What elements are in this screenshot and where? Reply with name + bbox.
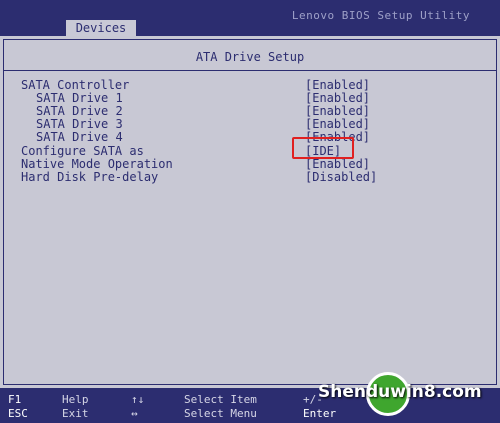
setting-value[interactable]: [Disabled] (305, 170, 377, 184)
settings-panel: ATA Drive Setup SATA Controller [Enabled… (0, 36, 500, 388)
select-item-label: Select Item (184, 393, 257, 406)
setting-row-sata-drive-4[interactable]: SATA Drive 4 [Enabled] (0, 130, 500, 144)
setting-label: Hard Disk Pre-delay (21, 170, 159, 184)
watermark-text: Shenduwin8.com (318, 382, 482, 402)
setting-row-sata-controller[interactable]: SATA Controller [Enabled] (0, 78, 500, 92)
setting-row-configure-sata[interactable]: Configure SATA as [IDE] (0, 144, 500, 158)
setting-label: SATA Drive 4 (36, 130, 123, 144)
setting-row-sata-drive-3[interactable]: SATA Drive 3 [Enabled] (0, 117, 500, 131)
setting-value[interactable]: [Enabled] (305, 117, 370, 131)
setting-label: Native Mode Operation (21, 157, 173, 171)
setting-row-hard-disk-predelay[interactable]: Hard Disk Pre-delay [Disabled] (0, 170, 500, 184)
up-down-arrows-icon: ↑↓ (131, 393, 145, 406)
select-menu-label: Select Menu (184, 407, 257, 420)
esc-key: ESC (8, 407, 28, 420)
setting-value[interactable]: [Enabled] (305, 91, 370, 105)
top-bar: Devices Lenovo BIOS Setup Utility (0, 0, 500, 36)
setting-label: SATA Controller (21, 78, 130, 92)
f1-key: F1 (8, 393, 22, 406)
panel-title: ATA Drive Setup (195, 50, 305, 64)
exit-label: Exit (62, 407, 89, 420)
setting-label: SATA Drive 3 (36, 117, 123, 131)
setting-value[interactable]: [Enabled] (305, 104, 370, 118)
setting-label: Configure SATA as (21, 144, 144, 158)
setting-label: SATA Drive 2 (36, 104, 123, 118)
selection-highlight-box (292, 137, 354, 159)
setting-value[interactable]: [Enabled] (305, 78, 370, 92)
title-divider (4, 70, 496, 71)
setting-value[interactable]: [Enabled] (305, 157, 370, 171)
tab-devices[interactable]: Devices (66, 20, 136, 36)
left-right-arrows-icon: ↔ (131, 407, 138, 420)
setting-row-sata-drive-1[interactable]: SATA Drive 1 [Enabled] (0, 91, 500, 105)
setting-row-sata-drive-2[interactable]: SATA Drive 2 [Enabled] (0, 104, 500, 118)
setting-row-native-mode[interactable]: Native Mode Operation [Enabled] (0, 157, 500, 171)
help-label: Help (62, 393, 89, 406)
bios-brand: Lenovo BIOS Setup Utility (291, 9, 470, 22)
watermark: Shenduwin8.com (318, 370, 500, 423)
setting-label: SATA Drive 1 (36, 91, 123, 105)
